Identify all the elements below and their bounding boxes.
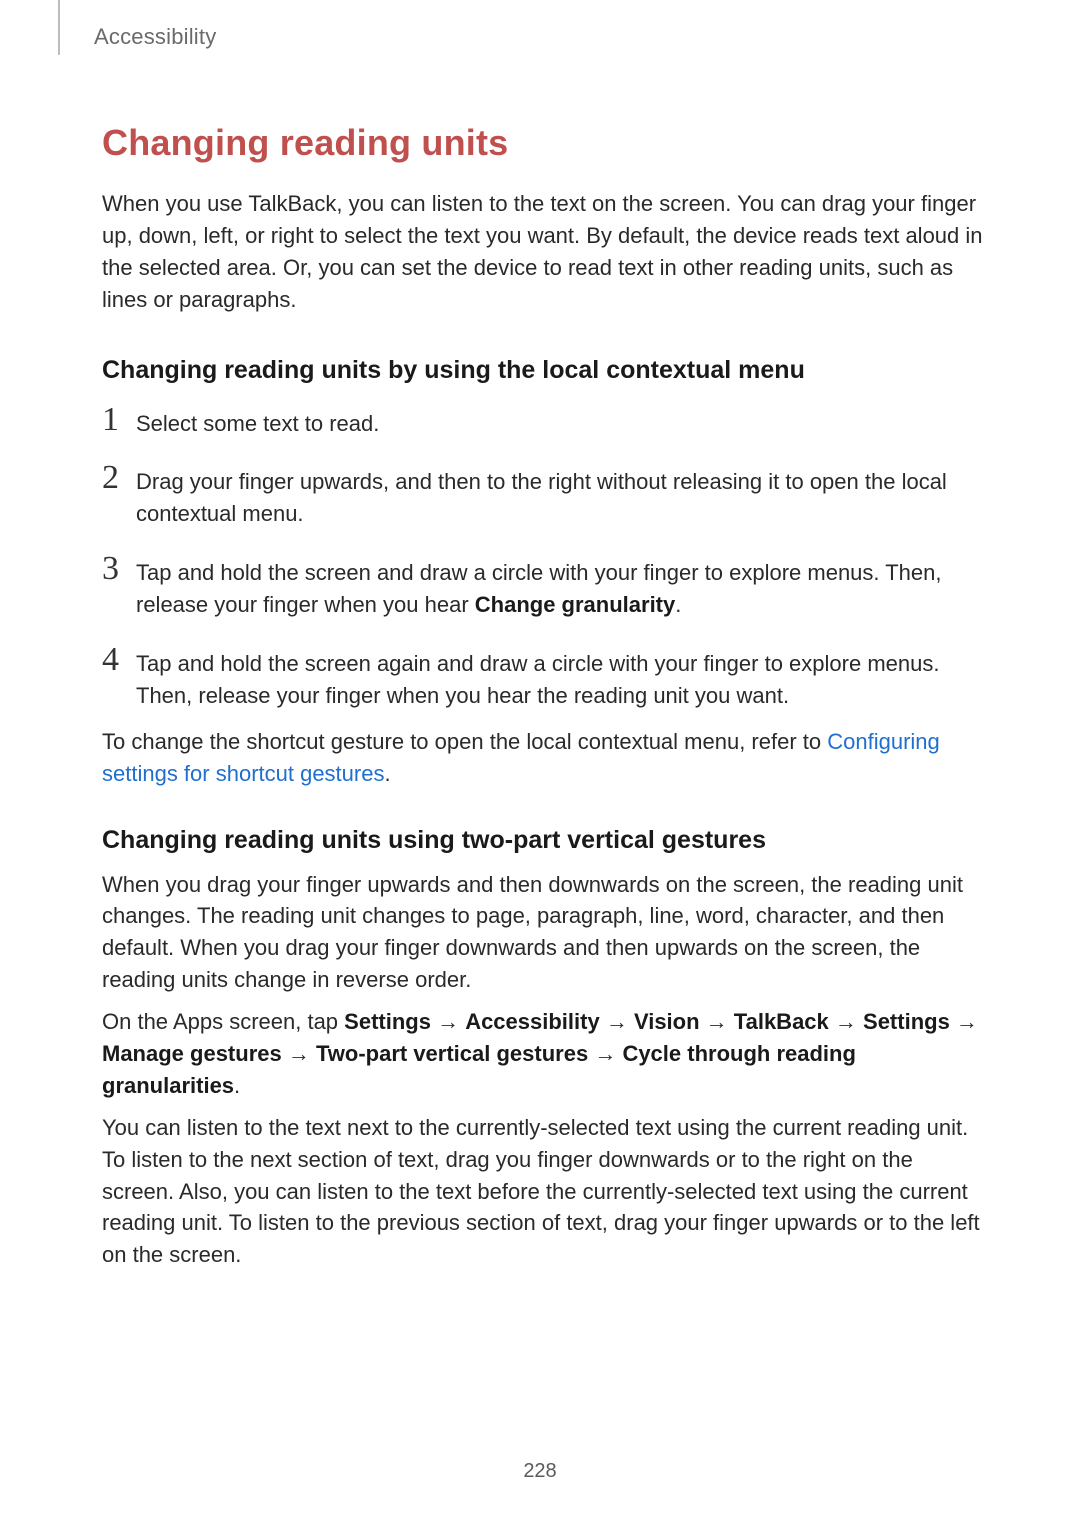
subheading-local-contextual: Changing reading units by using the loca… <box>102 356 990 385</box>
step-text: Select some text to read. <box>136 403 379 440</box>
p2-bold: Vision <box>634 1009 700 1034</box>
page-title: Changing reading units <box>102 122 990 164</box>
step-number: 2 <box>102 461 136 495</box>
p2-arrow: → <box>700 1009 734 1034</box>
p2-arrow: → <box>431 1009 465 1034</box>
paragraph-3: You can listen to the text next to the c… <box>102 1112 990 1271</box>
step-number: 4 <box>102 643 136 677</box>
section-header: Accessibility <box>94 24 990 50</box>
step-3: 3 Tap and hold the screen and draw a cir… <box>102 552 990 621</box>
page-number: 228 <box>0 1460 1080 1483</box>
followup-paragraph: To change the shortcut gesture to open t… <box>102 726 990 790</box>
p2-bold: Settings <box>344 1009 431 1034</box>
step-4: 4 Tap and hold the screen again and draw… <box>102 643 990 712</box>
steps-list: 1 Select some text to read. 2 Drag your … <box>102 403 990 712</box>
paragraph-1: When you drag your finger upwards and th… <box>102 869 990 997</box>
p2-bold: TalkBack <box>734 1009 829 1034</box>
step-2: 2 Drag your finger upwards, and then to … <box>102 461 990 530</box>
p2-arrow: → <box>829 1009 863 1034</box>
p2-arrow: → <box>600 1009 634 1034</box>
p2-bold: Manage gestures <box>102 1041 282 1066</box>
step-text: Tap and hold the screen and draw a circl… <box>136 552 990 621</box>
paragraph-2: On the Apps screen, tap Settings → Acces… <box>102 1006 990 1102</box>
side-rule <box>58 0 60 55</box>
p2-end: . <box>234 1073 240 1098</box>
step-text-bold: Change granularity <box>475 592 675 617</box>
p2-bold: Settings <box>863 1009 950 1034</box>
p2-arrow: → <box>588 1041 622 1066</box>
subheading-two-part-gestures: Changing reading units using two-part ve… <box>102 826 990 855</box>
page: Accessibility Changing reading units Whe… <box>0 0 1080 1527</box>
p2-bold: Accessibility <box>465 1009 600 1034</box>
intro-text: When you use TalkBack, you can listen to… <box>102 188 990 316</box>
followup-text: To change the shortcut gesture to open t… <box>102 729 827 754</box>
step-number: 1 <box>102 403 136 437</box>
p2-arrow: → <box>282 1041 316 1066</box>
step-text-part: . <box>675 592 681 617</box>
step-text: Drag your finger upwards, and then to th… <box>136 461 990 530</box>
p2-bold: Two-part vertical gestures <box>316 1041 588 1066</box>
p2-lead: On the Apps screen, tap <box>102 1009 344 1034</box>
step-number: 3 <box>102 552 136 586</box>
step-text: Tap and hold the screen again and draw a… <box>136 643 990 712</box>
step-1: 1 Select some text to read. <box>102 403 990 440</box>
p2-arrow: → <box>950 1009 978 1034</box>
followup-text-end: . <box>384 761 390 786</box>
